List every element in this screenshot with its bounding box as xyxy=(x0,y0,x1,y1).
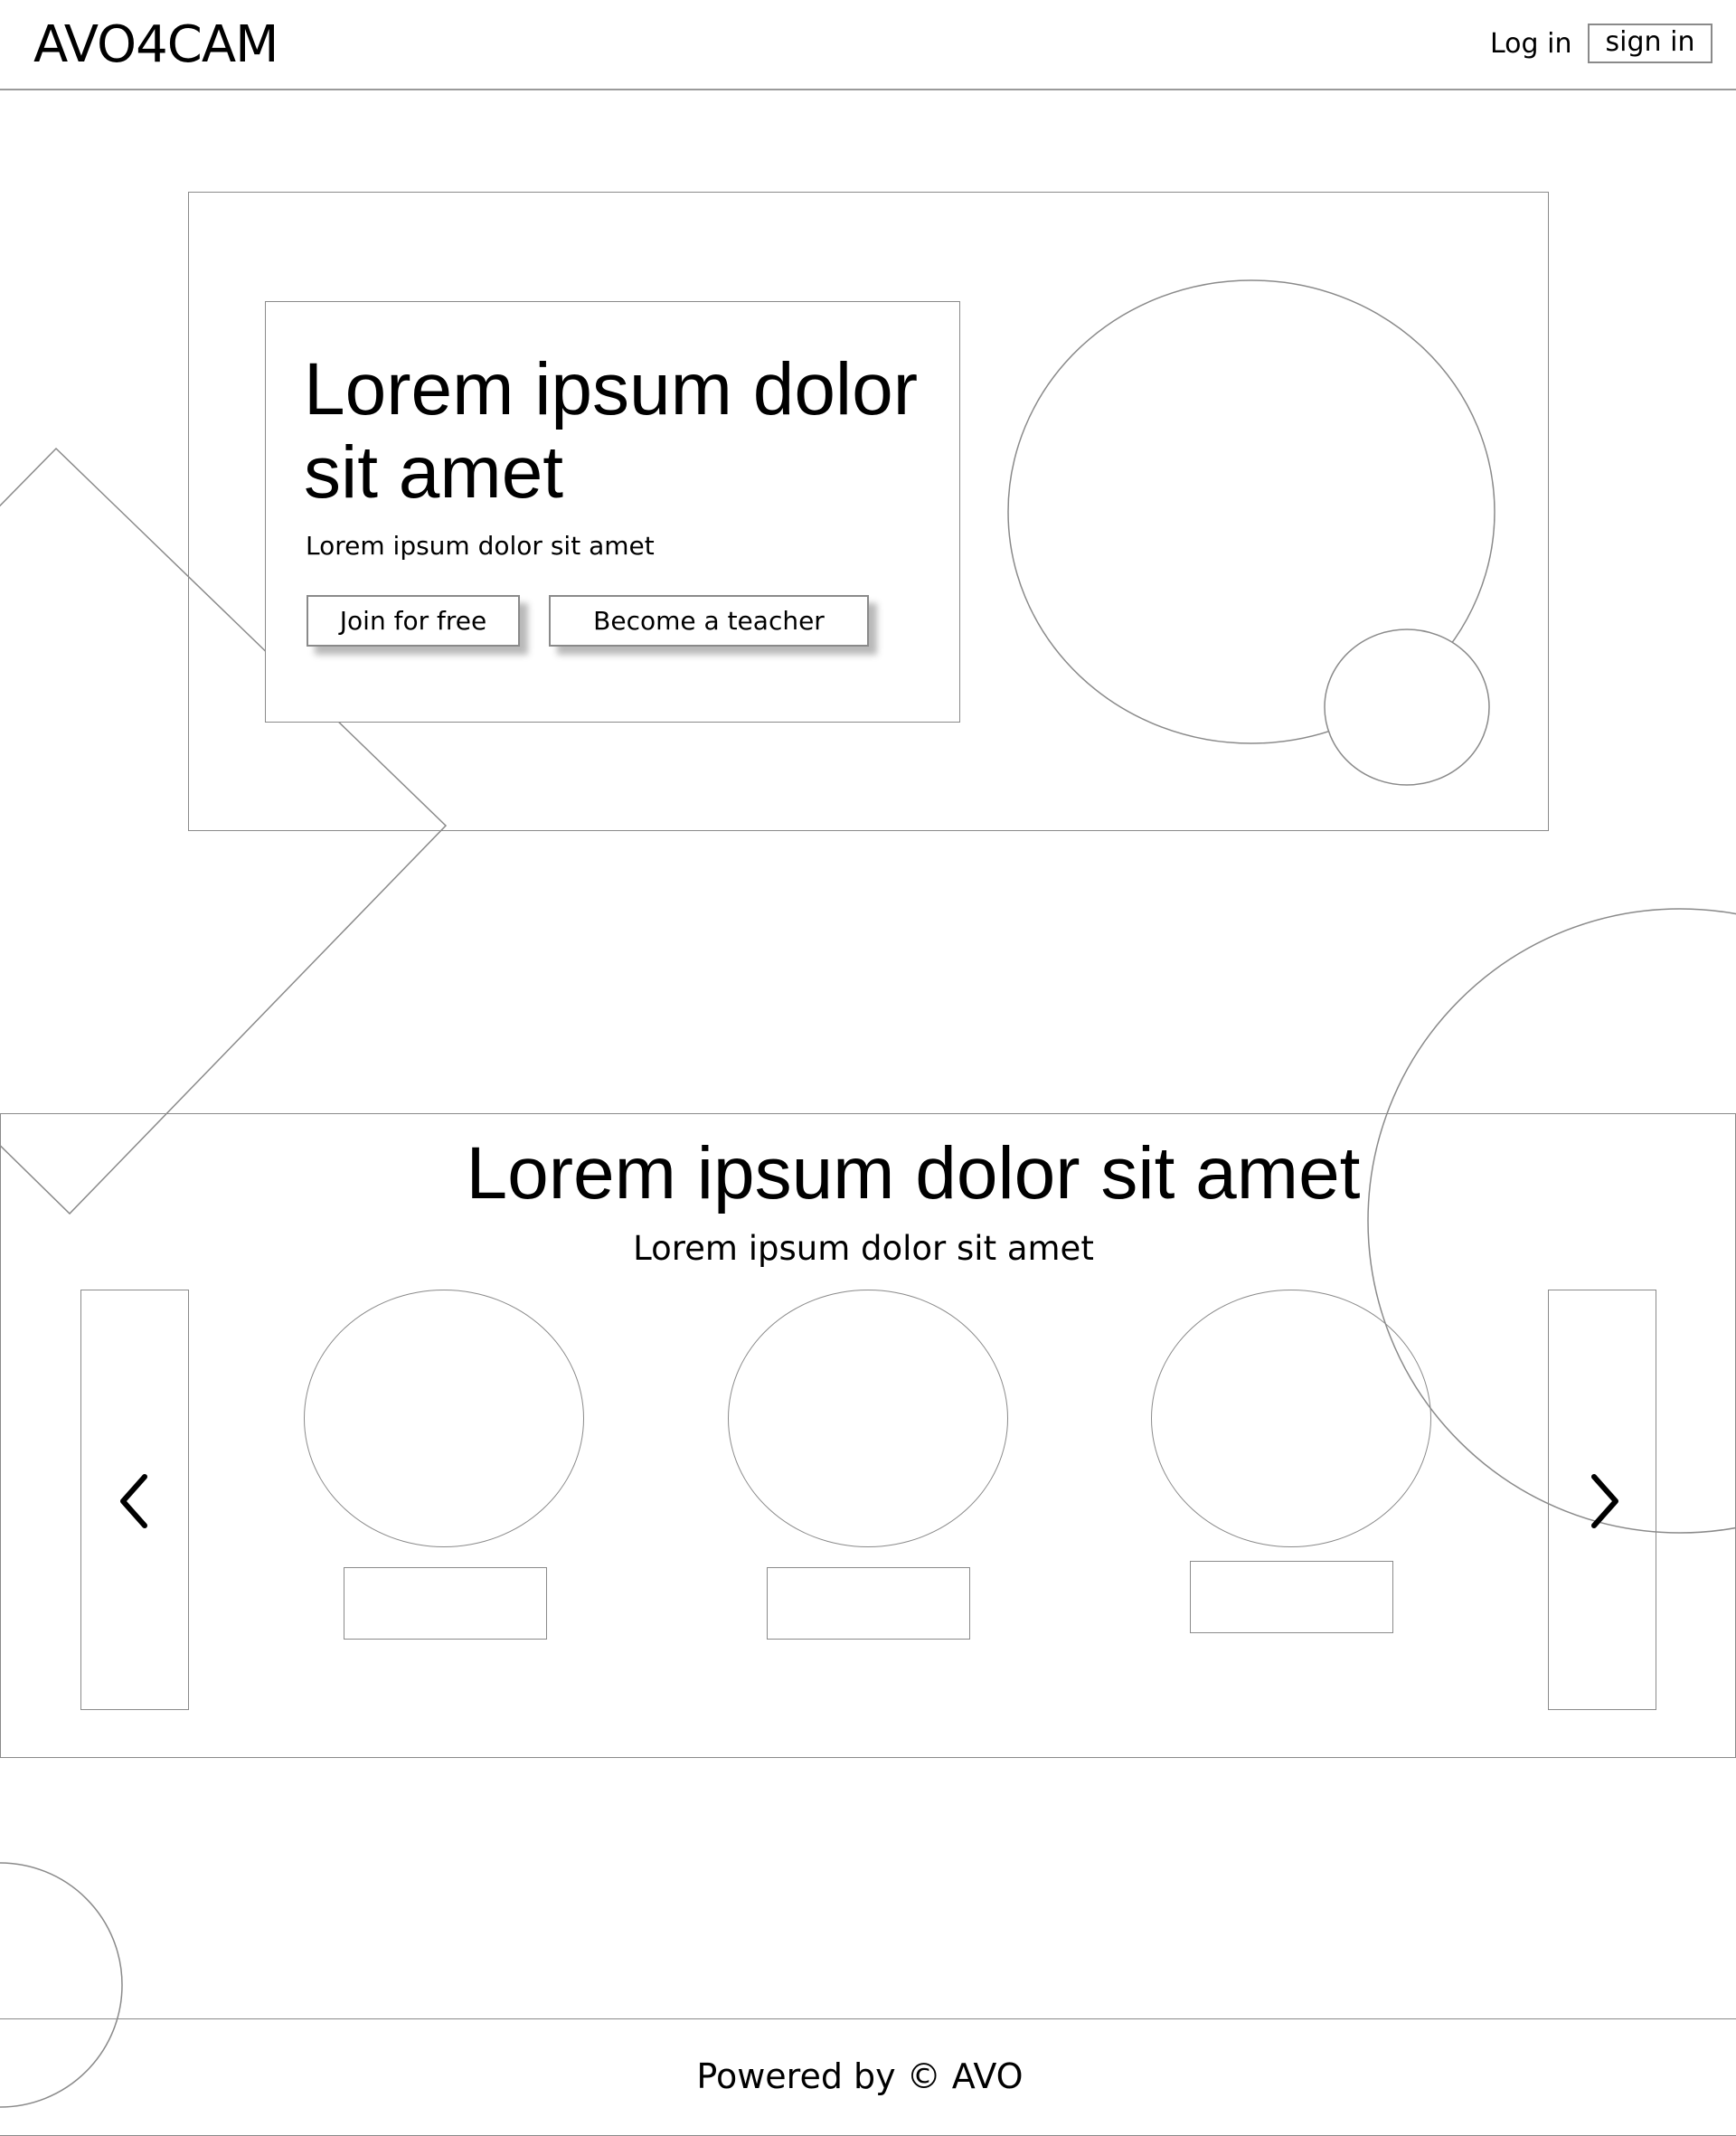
hero-small-circle xyxy=(1324,629,1490,786)
carousel-item-3-avatar[interactable] xyxy=(1151,1290,1431,1547)
hero-subtitle: Lorem ipsum dolor sit amet xyxy=(306,531,655,561)
carousel-next-button[interactable] xyxy=(1548,1290,1656,1710)
hero-image-placeholder xyxy=(1007,279,1495,786)
carousel-item-3-label[interactable] xyxy=(1190,1561,1393,1633)
hero-title: Lorem ipsum dolor sit amet xyxy=(304,348,919,514)
carousel-prev-button[interactable] xyxy=(80,1290,189,1710)
carousel-item-1-avatar[interactable] xyxy=(304,1290,584,1547)
login-link[interactable]: Log in xyxy=(1490,24,1571,65)
footer-credit: Powered by © AVO xyxy=(696,2056,1024,2096)
carousel-subtitle: Lorem ipsum dolor sit amet xyxy=(633,1229,1094,1268)
become-teacher-button[interactable]: Become a teacher xyxy=(549,595,869,647)
chevron-right-icon xyxy=(1591,1474,1618,1528)
carousel-item-1-label[interactable] xyxy=(344,1567,547,1640)
brand-logo[interactable]: AVO4CAM xyxy=(33,11,278,80)
carousel-item-2-label[interactable] xyxy=(767,1567,970,1640)
carousel-item-2-avatar[interactable] xyxy=(728,1290,1008,1547)
chevron-left-icon xyxy=(120,1474,147,1528)
join-for-free-button[interactable]: Join for free xyxy=(307,595,520,647)
signin-button[interactable]: sign in xyxy=(1588,24,1712,63)
carousel-title: Lorem ipsum dolor sit amet xyxy=(466,1132,1361,1214)
